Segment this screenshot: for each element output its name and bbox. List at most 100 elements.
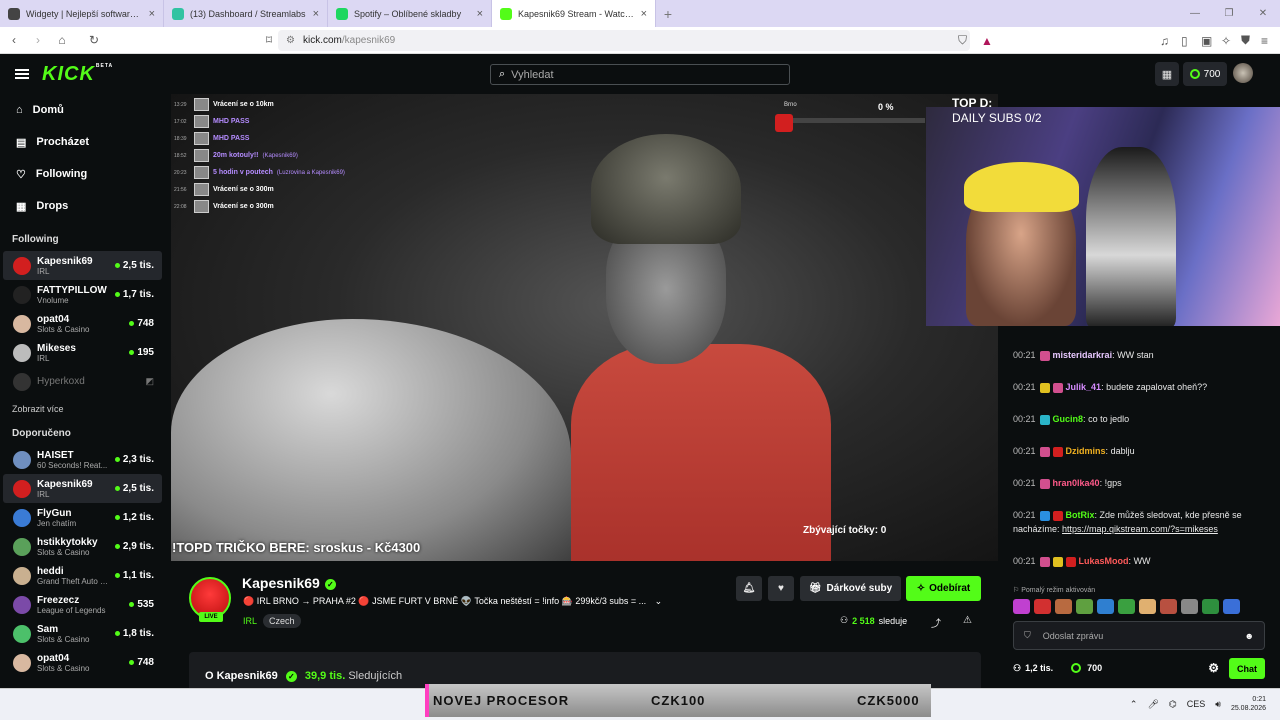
show-more-link[interactable]: Zobrazit více bbox=[0, 396, 165, 422]
sidebar-channel[interactable]: Kapesnik69 IRL 2,5 tis. bbox=[3, 251, 162, 280]
minimize-icon[interactable]: — bbox=[1178, 0, 1212, 27]
chat-username[interactable]: LukasMood bbox=[1079, 556, 1129, 566]
chat-username[interactable]: hran0lka40 bbox=[1053, 478, 1100, 488]
extensions-icon[interactable]: ✧ bbox=[1221, 27, 1231, 54]
sidebar-channel[interactable]: hstikkytokky Slots & Casino 2,9 tis. bbox=[3, 532, 162, 561]
browser-tab[interactable]: Kapesnik69 Stream - Watch L... × bbox=[492, 0, 656, 27]
sidebar-channel[interactable]: FlyGun Jen chatím 1,2 tis. bbox=[3, 503, 162, 532]
search-input[interactable]: ⌕ Vyhledat bbox=[490, 64, 790, 85]
browser-tab[interactable]: (13) Dashboard / Streamlabs × bbox=[164, 0, 328, 27]
report-icon[interactable]: ⚠ bbox=[963, 615, 972, 626]
chat-settings-icon[interactable]: ⚙ bbox=[1208, 661, 1219, 675]
sidebar-channel[interactable]: Mikeses IRL 195 bbox=[3, 338, 162, 367]
sidebar-channel[interactable]: heddi Grand Theft Auto V ... 1,1 tis. bbox=[3, 561, 162, 590]
browser-tab[interactable]: Widgety | Nejlepší software pro vyle... × bbox=[0, 0, 164, 27]
emote-icon[interactable] bbox=[1223, 599, 1240, 614]
share-icon[interactable]: ⤴ bbox=[931, 615, 941, 630]
chat-badge-icon bbox=[1039, 478, 1050, 489]
emote-icon[interactable] bbox=[1160, 599, 1177, 614]
sidebar-icon[interactable]: ▯ bbox=[1181, 27, 1188, 54]
heart-icon: ♥ bbox=[778, 583, 784, 594]
user-avatar[interactable] bbox=[1233, 63, 1253, 83]
microphone-icon[interactable]: 🎤︎ bbox=[1147, 699, 1158, 710]
close-window-icon[interactable]: ✕ bbox=[1246, 0, 1280, 27]
reload-icon[interactable]: ↻ bbox=[84, 33, 104, 47]
category-link[interactable]: IRL bbox=[243, 616, 257, 626]
chat-username[interactable]: BotRix bbox=[1066, 510, 1095, 520]
emote-icon[interactable] bbox=[1118, 599, 1135, 614]
sidebar-channel[interactable]: FATTYPILLOW Vnolume 1,7 tis. bbox=[3, 280, 162, 309]
chat-username[interactable]: Dzidmins bbox=[1066, 446, 1106, 456]
chat-text: dablju bbox=[1110, 446, 1135, 456]
new-tab-button[interactable]: + bbox=[656, 6, 680, 22]
emote-icon[interactable] bbox=[1139, 599, 1156, 614]
back-icon[interactable]: ‹ bbox=[4, 33, 24, 47]
channel-name[interactable]: Kapesnik69 bbox=[242, 575, 320, 591]
music-icon[interactable]: ♫ bbox=[1160, 27, 1169, 54]
kick-logo[interactable]: KICKBETA bbox=[42, 63, 113, 86]
forward-icon[interactable]: › bbox=[28, 33, 48, 47]
chat-username[interactable]: Gucin8 bbox=[1053, 414, 1084, 424]
chat-send-button[interactable]: Chat bbox=[1229, 658, 1265, 679]
hamburger-icon[interactable] bbox=[15, 69, 29, 79]
emote-icon[interactable] bbox=[1013, 599, 1030, 614]
tab-close-icon[interactable]: × bbox=[149, 8, 155, 20]
chat-username[interactable]: Julik_41 bbox=[1066, 382, 1102, 392]
points-button[interactable]: 700 bbox=[1183, 62, 1227, 86]
chevron-down-icon[interactable]: ⌄ bbox=[655, 596, 663, 606]
volume-icon[interactable]: 🔊︎ bbox=[1215, 699, 1221, 710]
sidebar-nav-item[interactable]: ♡ Following bbox=[0, 158, 165, 190]
feed-event-icon bbox=[194, 98, 209, 111]
emote-icon[interactable] bbox=[1097, 599, 1114, 614]
emote-icon[interactable] bbox=[1202, 599, 1219, 614]
bookmark-icon[interactable]: ⌑ bbox=[259, 33, 279, 47]
sidebar-channel[interactable]: opat04 Slots & Casino 748 bbox=[3, 309, 162, 338]
sidebar-channel[interactable]: Hyperkoxd ◩ bbox=[3, 367, 162, 396]
emote-icon[interactable] bbox=[1034, 599, 1051, 614]
sidebar-nav-item[interactable]: ⌂ Domů bbox=[0, 94, 165, 126]
language-indicator[interactable]: CES bbox=[1187, 699, 1206, 709]
sidebar-channel[interactable]: HAISET 60 Seconds! Reat... 2,3 tis. bbox=[3, 445, 162, 474]
notifications-button[interactable]: 🔔︎ bbox=[736, 576, 762, 601]
sidebar-nav-item[interactable]: ▦ Drops bbox=[0, 190, 165, 222]
emoji-icon[interactable]: ☻ bbox=[1245, 631, 1254, 641]
vpn-icon[interactable]: ⛊ bbox=[1241, 27, 1250, 54]
video-player[interactable]: 13:29 Vrácení se o 10km 17:02 MHD PASS 18:39… bbox=[171, 94, 998, 561]
network-icon[interactable]: ⌬ bbox=[1169, 699, 1177, 710]
wallet-icon[interactable]: ▣ bbox=[1201, 27, 1212, 54]
emote-icon[interactable] bbox=[1076, 599, 1093, 614]
emote-icon[interactable] bbox=[1055, 599, 1072, 614]
url-field[interactable]: ⚙ kick.com/kapesnik69 bbox=[278, 30, 970, 51]
chat-username[interactable]: misteridarkrai bbox=[1053, 350, 1113, 360]
tab-close-icon[interactable]: × bbox=[641, 8, 647, 20]
site-info-icon[interactable]: ⚙ bbox=[286, 35, 295, 46]
slow-mode-text: Pomalý režim aktivován bbox=[1021, 587, 1096, 594]
dashboard-button[interactable]: ▦ bbox=[1155, 62, 1179, 86]
tab-close-icon[interactable]: × bbox=[477, 8, 483, 20]
chat-badge-icon[interactable]: ⛉ bbox=[1024, 630, 1031, 641]
chat-input[interactable]: ⛉ Odoslat zprávu ☻ bbox=[1013, 621, 1265, 650]
sidebar-channel[interactable]: Sam Slots & Casino 1,8 tis. bbox=[3, 619, 162, 648]
sidebar-channel[interactable]: opat04 Slots & Casino 748 bbox=[3, 648, 162, 677]
language-tag[interactable]: Czech bbox=[263, 614, 301, 628]
clock[interactable]: 0:21 25.08.2026 bbox=[1231, 695, 1266, 713]
tab-close-icon[interactable]: × bbox=[313, 8, 319, 20]
favorite-button[interactable]: ♥ bbox=[768, 576, 794, 601]
sidebar-nav-item[interactable]: ▤ Procházet bbox=[0, 126, 165, 158]
menu-icon[interactable]: ≡ bbox=[1261, 27, 1268, 54]
chat-message: 00:21 Dzidmins: dablju bbox=[1013, 444, 1275, 458]
restore-icon[interactable]: ❐ bbox=[1212, 0, 1246, 27]
emote-icon[interactable] bbox=[1181, 599, 1198, 614]
sidebar-channel[interactable]: Kapesnik69 IRL 2,5 tis. bbox=[3, 474, 162, 503]
triangle-icon[interactable]: ▲ bbox=[981, 27, 993, 54]
gift-subs-button[interactable]: 🎁︎ Dárkové suby bbox=[800, 576, 901, 601]
chevron-up-icon[interactable]: ⌃ bbox=[1130, 699, 1138, 710]
browser-tab[interactable]: Spotify – Oblíbené skladby × bbox=[328, 0, 492, 27]
chat-link[interactable]: https://map.qikstream.com/?s=mikeses bbox=[1062, 524, 1218, 534]
channel-info: Sam Slots & Casino bbox=[37, 624, 109, 644]
chat-text: budete zapalovat oheň?? bbox=[1106, 382, 1208, 392]
shield-icon[interactable]: ⛉ bbox=[958, 27, 967, 54]
sidebar-channel[interactable]: Freezecz League of Legends 535 bbox=[3, 590, 162, 619]
home-browser-icon[interactable]: ⌂ bbox=[52, 33, 72, 47]
subscribe-button[interactable]: ✧ Odebírat bbox=[906, 576, 981, 601]
